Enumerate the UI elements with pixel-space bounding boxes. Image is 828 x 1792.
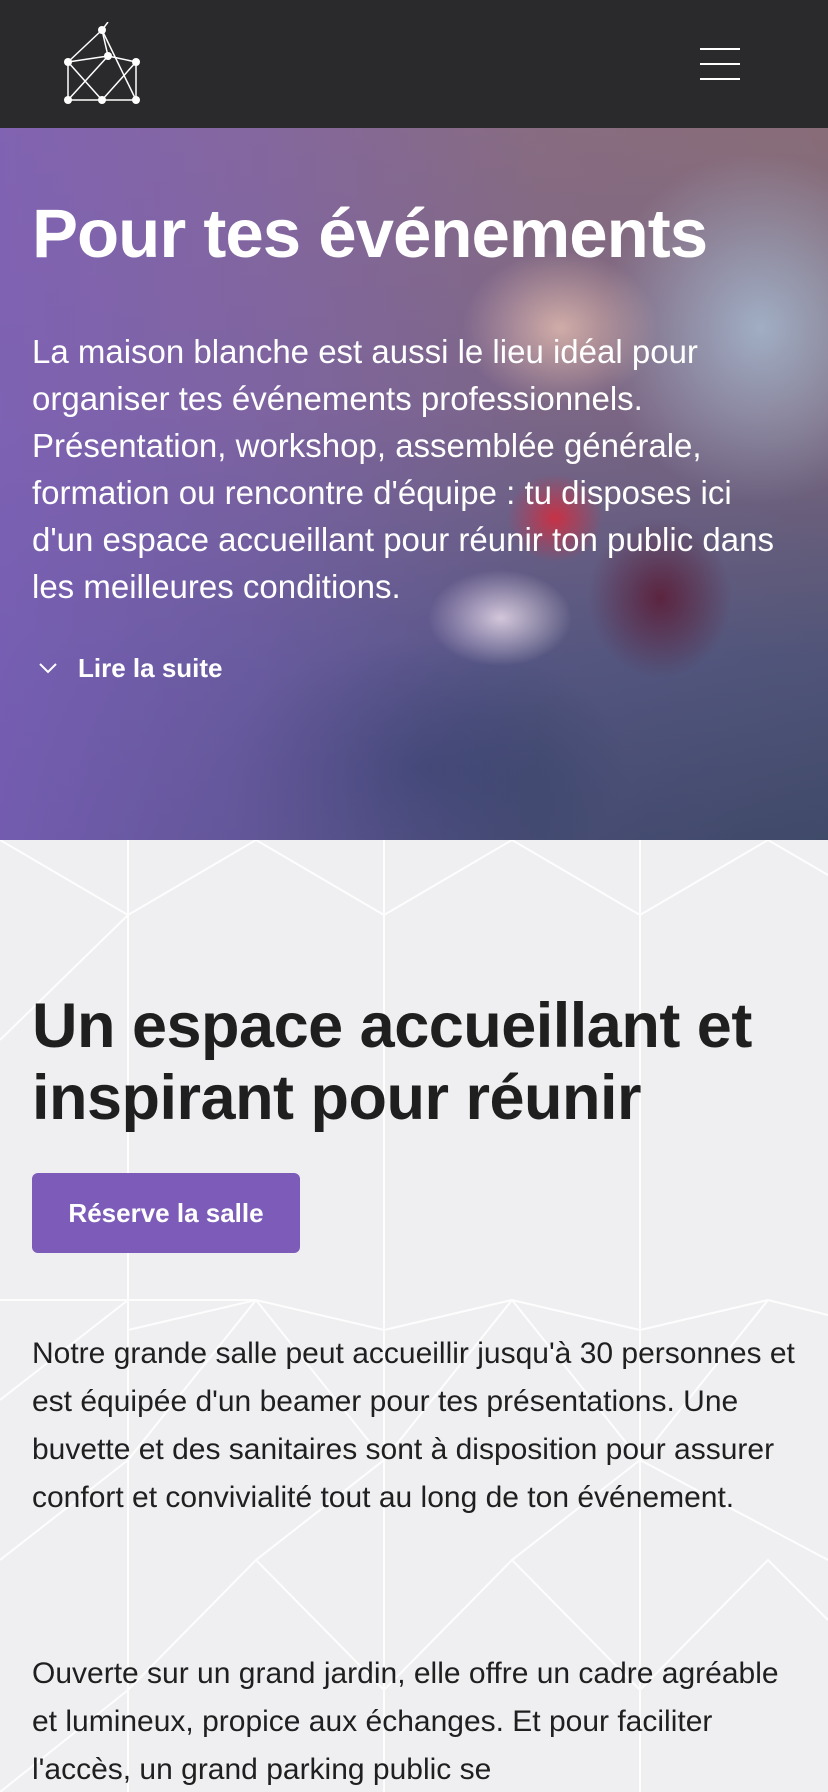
hero-banner: Pour tes événements La maison blanche es… <box>0 128 828 840</box>
section-title: Un espace accueillant et inspirant pour … <box>32 991 752 1133</box>
menu-line <box>700 78 740 80</box>
paragraph-garden: Ouverte sur un grand jardin, elle offre … <box>32 1657 779 1786</box>
room-info-section: Un espace accueillant et inspirant pour … <box>0 840 828 1792</box>
book-room-button[interactable]: Réserve la salle <box>32 1173 300 1253</box>
site-header <box>0 0 828 128</box>
paragraph-capacity: Notre grande salle peut accueillir jusqu… <box>32 1337 795 1514</box>
read-more-label: Lire la suite <box>78 652 223 683</box>
read-more-link[interactable]: Lire la suite <box>32 648 223 688</box>
hamburger-menu-icon[interactable] <box>696 44 746 84</box>
menu-line <box>700 48 740 50</box>
chevron-down-icon <box>39 663 57 674</box>
constellation-logo-icon[interactable] <box>60 21 144 106</box>
hero-description: La maison blanche est aussi le lieu idéa… <box>32 333 774 605</box>
menu-line <box>700 63 740 65</box>
hero-title: Pour tes événements <box>32 195 708 272</box>
